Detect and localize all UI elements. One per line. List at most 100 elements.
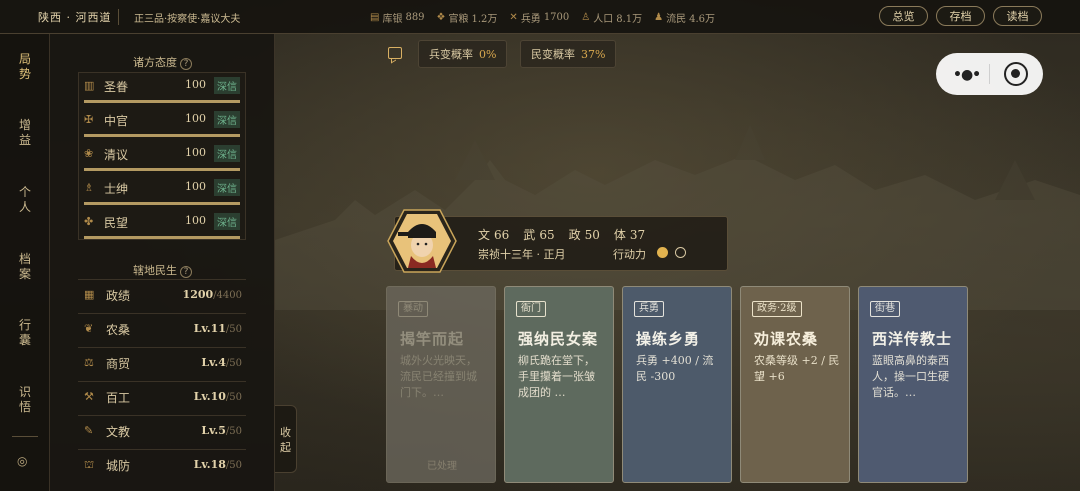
stat-refugees: ♟ 流民 4.6万 xyxy=(654,12,716,25)
load-button[interactable]: 读档 xyxy=(993,6,1042,26)
revolt-probability: 民变概率 37% xyxy=(520,40,617,68)
scholar-icon: ❀ xyxy=(84,147,94,160)
top-buttons: 总览 存档 读档 xyxy=(879,6,1042,26)
event-card[interactable]: 衙门 强纳民女案 柳氏跪在堂下，手里攥着一张皱成团的 … xyxy=(504,286,614,483)
attitude-row[interactable]: ♗ 士绅 100 深信 xyxy=(78,174,242,208)
attitude-value: 100 xyxy=(185,146,206,159)
attitude-row[interactable]: ✠ 中官 100 深信 xyxy=(78,106,242,140)
attitude-bar-fill xyxy=(84,100,240,103)
official-rank: 正三品·按察使·嘉议大夫 xyxy=(134,14,241,25)
jurisdiction-value: Lv.11/50 xyxy=(193,322,242,335)
chat-icon[interactable] xyxy=(388,47,402,59)
trade-icon: ⚖ xyxy=(84,356,94,369)
attitude-row[interactable]: ✤ 民望 100 深信 xyxy=(78,208,242,242)
attitude-bar-fill xyxy=(84,168,240,171)
attitude-row[interactable]: ▥ 圣眷 100 深信 xyxy=(78,72,242,106)
overview-button[interactable]: 总览 xyxy=(879,6,928,26)
event-title: 揭竿而起 xyxy=(400,330,465,348)
nav-personal[interactable]: 个人 xyxy=(0,185,50,215)
event-title: 操练乡勇 xyxy=(636,330,701,348)
event-description: 农桑等级 +2 / 民望 +6 xyxy=(754,354,840,383)
miniprogram-capsule: •●• xyxy=(936,53,1043,95)
action-points-label: 行动力 xyxy=(613,248,646,261)
grain-icon: ❖ xyxy=(436,12,446,23)
attitude-row[interactable]: ❀ 清议 100 深信 xyxy=(78,140,242,174)
event-tag: 兵勇 xyxy=(634,301,664,317)
help-icon[interactable]: ? xyxy=(180,266,192,278)
jurisdiction-row[interactable]: ⛫ 城防 Lv.18/50 xyxy=(78,449,246,479)
event-card[interactable]: 街巷西洋传教士蓝眼高鼻的泰西人，操一口生硬官话。… xyxy=(858,286,968,483)
event-tag: 政务·2级 xyxy=(752,301,802,317)
stat-literary: 文 66 xyxy=(478,228,510,242)
settings-icon[interactable]: ◎ xyxy=(17,454,27,468)
jurisdiction-row[interactable]: ✎ 文教 Lv.5/50 xyxy=(78,415,246,445)
farm-icon: ❦ xyxy=(84,322,94,335)
refugee-icon: ♟ xyxy=(654,12,664,23)
capsule-divider xyxy=(989,64,990,84)
nav-archive[interactable]: 档案 xyxy=(0,252,50,282)
nav-buffs[interactable]: 增益 xyxy=(0,118,50,148)
trust-badge: 深信 xyxy=(214,77,240,94)
attitude-value: 100 xyxy=(185,112,206,125)
character-portrait[interactable] xyxy=(386,208,458,274)
attitudes-title: 诸方态度? xyxy=(50,54,275,70)
event-description: 兵勇 +400 / 流民 -300 xyxy=(636,354,714,383)
stat-soldiers: ✕ 兵勇 1700 xyxy=(509,12,570,25)
region-name: 陕西 · 河西道 xyxy=(38,11,112,24)
jurisdiction-value: Lv.4/50 xyxy=(201,356,242,369)
attitude-bar xyxy=(84,100,240,103)
attitude-bar xyxy=(84,134,240,137)
event-tag: 街巷 xyxy=(870,301,900,317)
attitude-bar-fill xyxy=(84,134,240,137)
nav-inventory[interactable]: 行囊 xyxy=(0,318,50,348)
trust-badge: 深信 xyxy=(214,213,240,230)
nav-insight[interactable]: 识悟 xyxy=(0,385,50,415)
jurisdiction-row[interactable]: ❦ 农桑 Lv.11/50 xyxy=(78,313,246,343)
attitude-bar xyxy=(84,236,240,239)
event-card[interactable]: 兵勇操练乡勇兵勇 +400 / 流民 -300 xyxy=(622,286,732,483)
collapse-tab[interactable]: 收起 xyxy=(275,405,297,473)
divider xyxy=(118,9,119,25)
help-icon[interactable]: ? xyxy=(180,58,192,70)
attitude-value: 100 xyxy=(185,214,206,227)
population-icon: ♙ xyxy=(581,12,591,23)
stat-physique: 体 37 xyxy=(613,228,646,242)
attitude-name: 圣眷 xyxy=(104,80,129,94)
event-card[interactable]: 暴动 揭竿而起 城外火光映天，流民已经撞到城门下。… 已处理 xyxy=(386,286,496,483)
jurisdiction-row[interactable]: ▦ 政绩 1200/4400 xyxy=(78,279,246,309)
attitude-bar xyxy=(84,168,240,171)
resource-stats: ▤ 库银 889 ❖ 官粮 1.2万 ✕ 兵勇 1700 ♙ 人口 8.1万 ♟ 流民 4.6万 xyxy=(370,10,715,25)
merit-icon: ▦ xyxy=(84,288,95,301)
nav-situation[interactable]: 局势 xyxy=(0,52,50,82)
people-icon: ✤ xyxy=(84,215,94,228)
attitude-value: 100 xyxy=(185,180,206,193)
gentry-icon: ♗ xyxy=(84,181,94,194)
attitude-name: 中官 xyxy=(104,114,129,128)
game-date: 崇祯十三年 · 正月 xyxy=(478,248,566,261)
jurisdiction-row[interactable]: ⚒ 百工 Lv.10/50 xyxy=(78,381,246,411)
stat-population: ♙ 人口 8.1万 xyxy=(581,12,643,25)
wall-icon: ⛫ xyxy=(84,458,95,471)
event-description: 蓝眼高鼻的泰西人，操一口生硬官话。… xyxy=(872,354,949,399)
close-icon[interactable] xyxy=(1004,62,1028,86)
jurisdiction-row[interactable]: ⚖ 商贸 Lv.4/50 xyxy=(78,347,246,377)
soldier-icon: ✕ xyxy=(509,12,518,23)
event-card[interactable]: 政务·2级 劝课农桑 农桑等级 +2 / 民望 +6 xyxy=(740,286,850,483)
eunuch-icon: ✠ xyxy=(84,113,94,126)
save-button[interactable]: 存档 xyxy=(936,6,985,26)
mutiny-probability: 兵变概率 0% xyxy=(418,40,508,68)
event-title: 西洋传教士 xyxy=(872,330,953,348)
event-title: 强纳民女案 xyxy=(518,330,599,348)
attitude-bar-fill xyxy=(84,202,240,205)
jurisdiction-name: 文教 xyxy=(106,425,131,439)
jurisdiction-name: 商贸 xyxy=(106,357,131,371)
trust-badge: 深信 xyxy=(214,179,240,196)
stat-politics: 政 50 xyxy=(568,228,600,242)
event-status: 已处理 xyxy=(427,461,457,472)
event-tag: 衙门 xyxy=(516,301,546,317)
attitude-bar xyxy=(84,202,240,205)
stat-treasury: ▤ 库银 889 xyxy=(370,12,425,25)
more-icon[interactable]: •●• xyxy=(953,67,981,83)
stat-grain: ❖ 官粮 1.2万 xyxy=(436,12,498,25)
info-panel: 诸方态度? ▥ 圣眷 100 深信 ✠ 中官 100 深信 ❀ 清议 100 深信 ♗ 士绅 100 深信 ✤ 民… xyxy=(50,34,275,491)
